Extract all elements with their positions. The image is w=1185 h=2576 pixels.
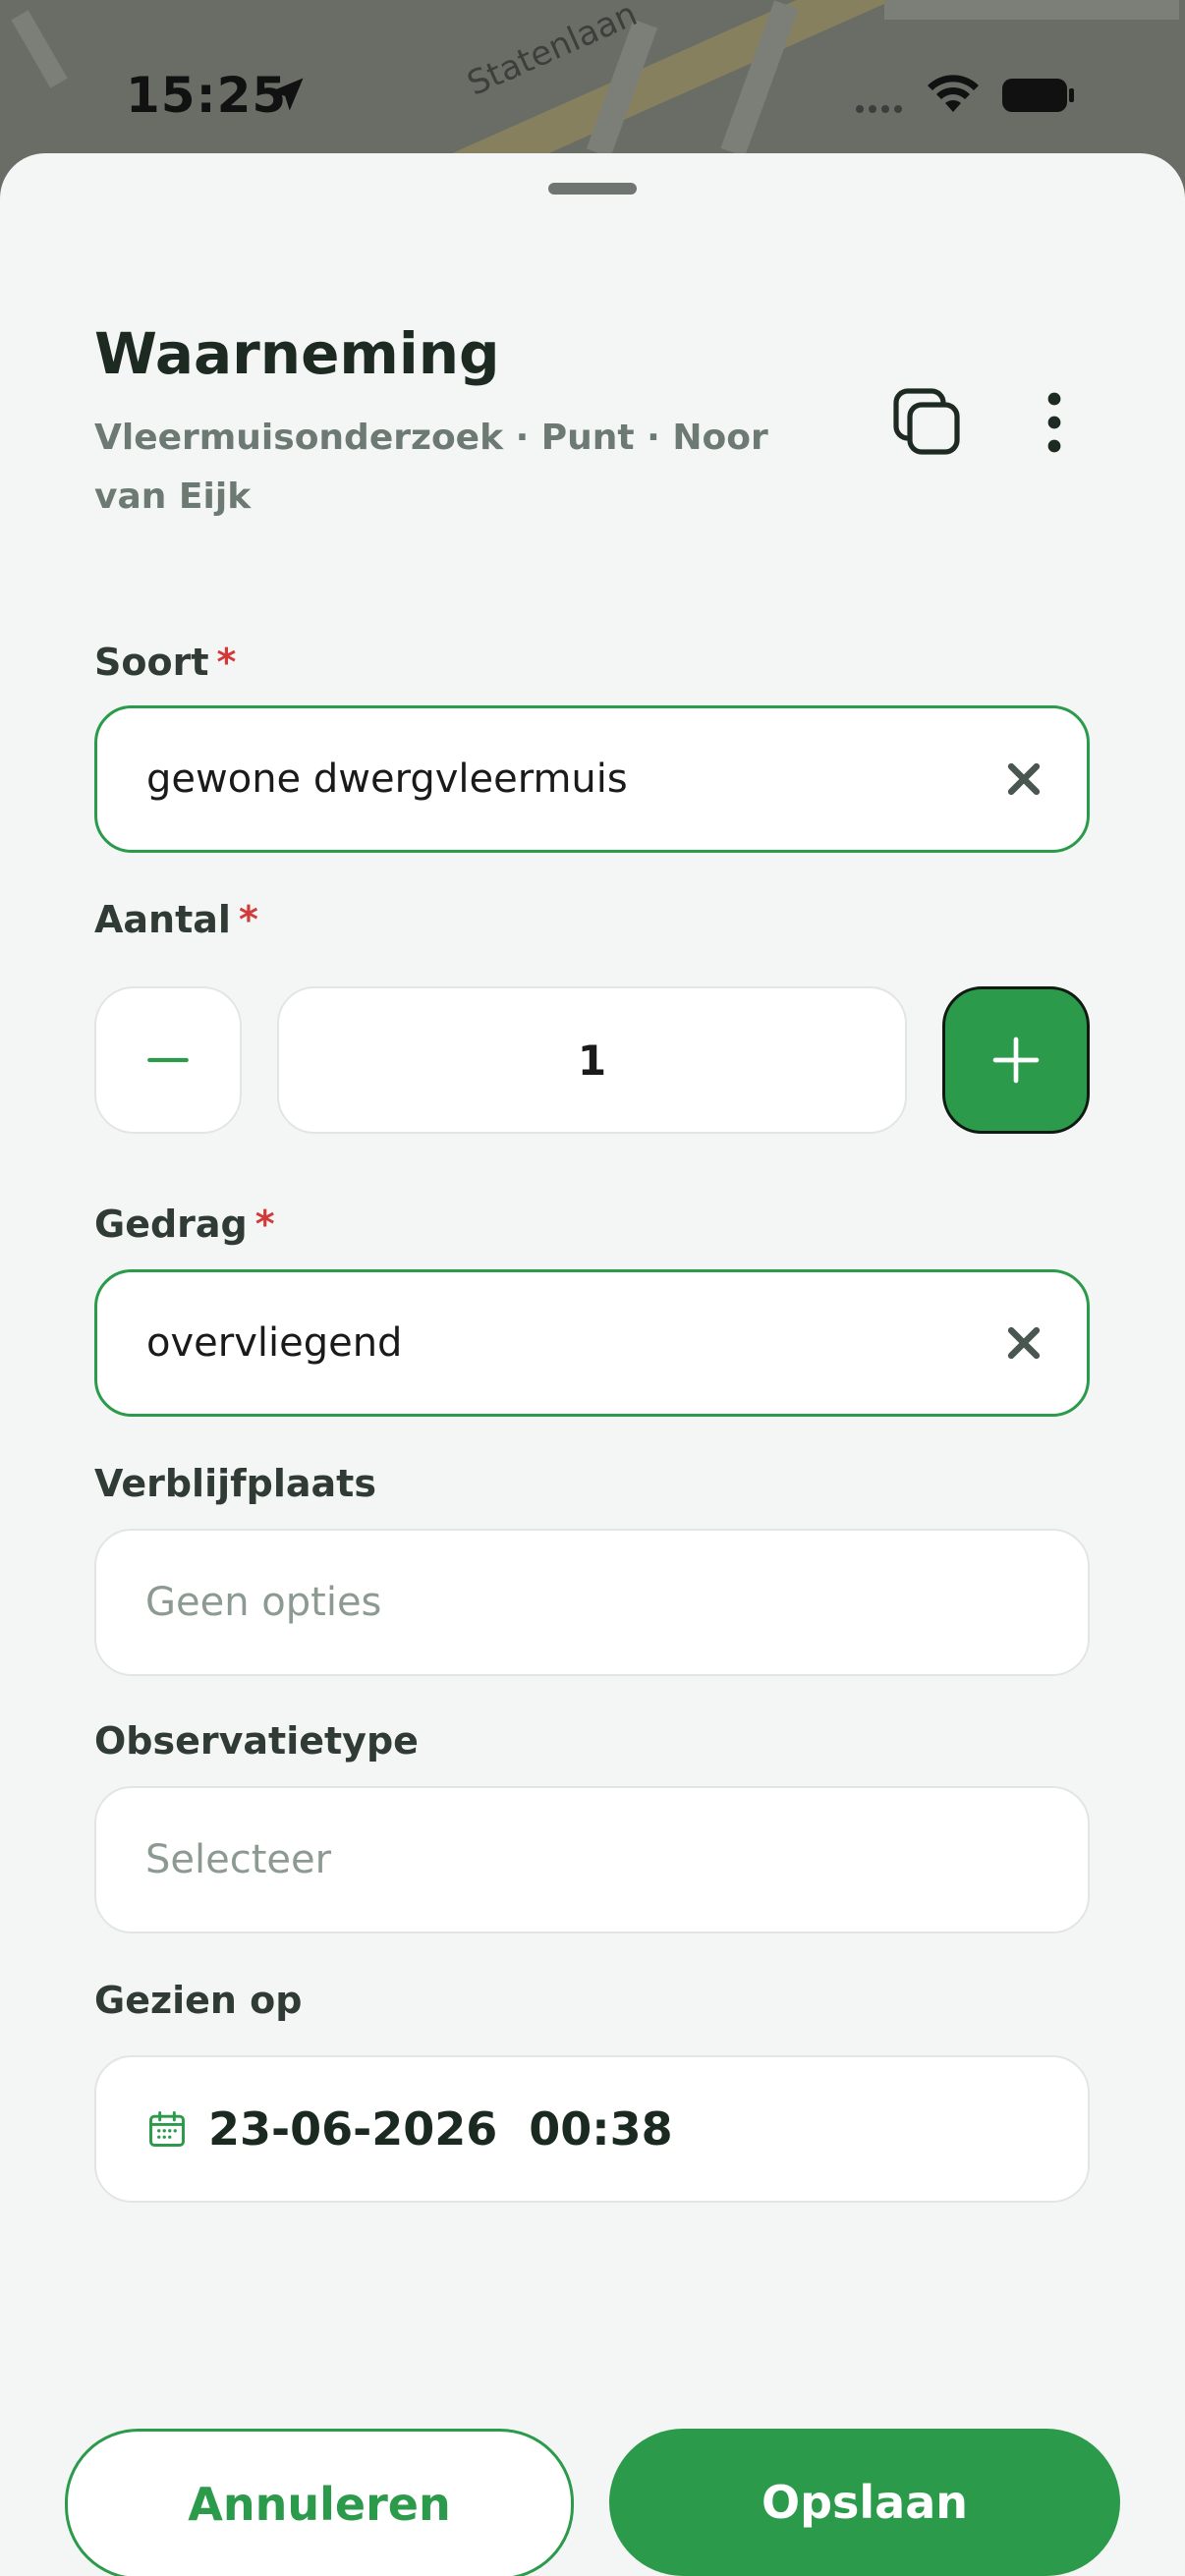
status-time: 15:25 (126, 67, 288, 124)
more-vertical-icon[interactable] (1028, 383, 1081, 462)
copy-icon[interactable] (888, 383, 967, 462)
gezien-op-value: 23-06-2026 00:38 (208, 2102, 673, 2156)
gedrag-value: overvliegend (146, 1320, 403, 1366)
required-mark: * (216, 641, 237, 684)
quantity-field[interactable]: 1 (277, 986, 907, 1134)
observatietype-label: Observatietype (94, 1719, 419, 1763)
gedrag-label-text: Gedrag (94, 1203, 248, 1246)
status-bar: 15:25 (0, 0, 1185, 147)
soort-field[interactable]: gewone dwergvleermuis (94, 705, 1090, 853)
required-mark: * (254, 1203, 275, 1246)
sheet-subtitle: Vleermuisonderzoek · Punt · Noor van Eij… (94, 418, 768, 517)
aantal-label-text: Aantal (94, 898, 231, 941)
save-button[interactable]: Opslaan (609, 2429, 1120, 2576)
aantal-label: Aantal * (94, 898, 258, 941)
gedrag-field[interactable]: overvliegend (94, 1269, 1090, 1417)
clear-gedrag-icon[interactable] (1002, 1321, 1045, 1365)
gezien-op-label: Gezien op (94, 1979, 303, 2022)
observatietype-placeholder: Selecteer (145, 1837, 332, 1882)
increment-button[interactable] (942, 986, 1090, 1134)
observatietype-field[interactable]: Selecteer (94, 1786, 1090, 1933)
gedrag-label: Gedrag * (94, 1203, 275, 1246)
location-arrow-icon (270, 78, 304, 111)
calendar-icon (149, 2111, 185, 2147)
gezien-op-field[interactable]: 23-06-2026 00:38 (94, 2055, 1090, 2203)
required-mark: * (238, 898, 258, 941)
decrement-button[interactable] (94, 986, 242, 1134)
verblijfplaats-label: Verblijfplaats (94, 1462, 376, 1505)
sheet-title: Waarneming (94, 320, 500, 387)
soort-label: Soort * (94, 641, 236, 684)
clear-soort-icon[interactable] (1002, 757, 1045, 801)
sheet-grabber[interactable] (548, 183, 637, 195)
verblijfplaats-placeholder: Geen opties (145, 1580, 382, 1625)
soort-label-text: Soort (94, 641, 209, 684)
battery-icon (1002, 79, 1074, 112)
plus-icon (992, 1036, 1040, 1084)
minus-icon (147, 1057, 189, 1063)
cancel-button[interactable]: Annuleren (65, 2429, 574, 2576)
verblijfplaats-field[interactable]: Geen opties (94, 1529, 1090, 1676)
wifi-icon (928, 75, 979, 112)
observation-sheet: Waarneming Vleermuisonderzoek · Punt · N… (0, 153, 1185, 2576)
soort-value: gewone dwergvleermuis (146, 756, 628, 802)
signal-dots-icon (856, 105, 902, 113)
